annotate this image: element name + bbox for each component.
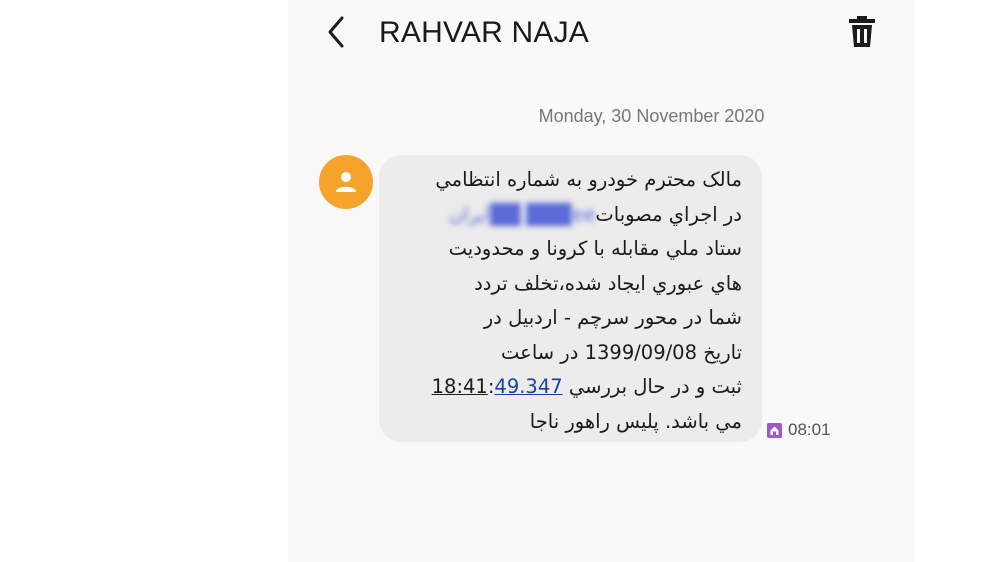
message-fragment: ايران [448,202,491,226]
message-line: شما در محور سرچم - اردبيل در [483,306,742,329]
avatar[interactable] [319,155,373,209]
redacted-plate-link[interactable]: ███ ██ [490,203,571,226]
message-time: 08:01 [788,420,831,439]
message-line: در اجراي مصوباتee███ ██ايران [399,198,742,233]
screen: RAHVAR NAJA Monday, 30 November 2020 مال… [0,0,1000,562]
message-line: تاريخ 1399/09/08 در ساعت [501,340,742,364]
message-bubble[interactable]: مالک محترم خودرو به شماره انتظامي در اجر… [379,155,762,442]
page-title: RAHVAR NAJA [379,16,590,49]
app-bar: RAHVAR NAJA [288,0,915,70]
person-icon [336,172,356,192]
number-link[interactable]: 49.347 [494,375,562,398]
delete-button[interactable] [844,14,880,50]
message-fragment: در اجراي مصوبات [595,202,742,226]
message-text: مالک محترم خودرو به شماره انتظامي در اجر… [399,163,742,439]
message-meta: 08:01 [767,419,831,441]
sim-home-icon [767,422,782,438]
redacted-plate: ee [571,202,596,226]
message-line: هاي عبوري ايجاد شده،تخلف تردد [474,271,742,295]
back-button[interactable] [318,12,358,52]
date-divider: Monday, 30 November 2020 [538,106,765,126]
message-line: مي باشد. پليس راهور ناجا [529,409,742,433]
message-line: مالک محترم خودرو به شماره انتظامي [435,168,742,191]
time-coordinate: 18:41:49.347 [432,375,563,398]
trash-icon [849,16,875,47]
message-line: ثبت و در حال بررسي 18:41:49.347 [399,370,742,405]
time-link[interactable]: 18:41 [432,375,488,398]
message-line: ستاد ملي مقابله با کرونا و محدوديت [448,237,742,260]
message-thread-screen: RAHVAR NAJA Monday, 30 November 2020 مال… [288,0,915,562]
chevron-left-icon [328,16,344,48]
message-fragment: ثبت و در حال بررسي [568,375,742,398]
